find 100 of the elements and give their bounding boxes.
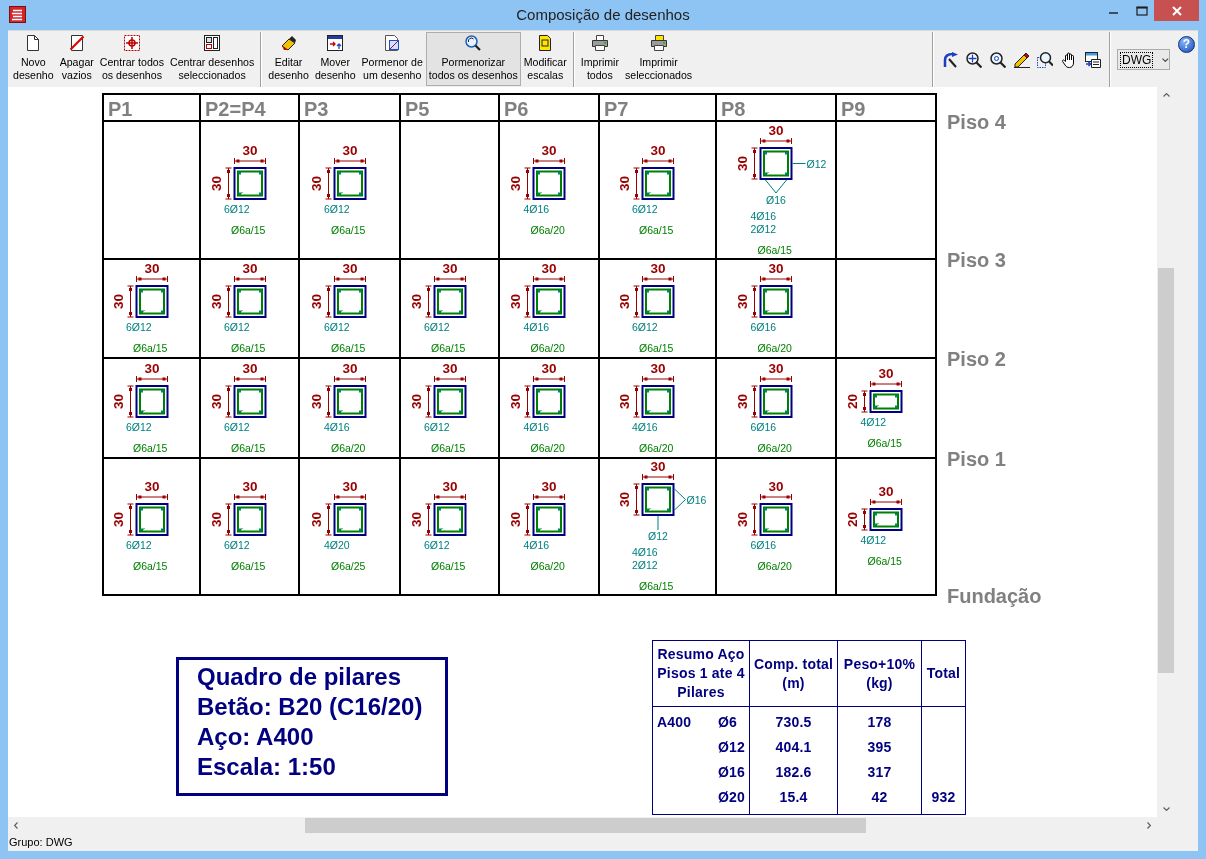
zoom-in-icon[interactable] (989, 51, 1006, 68)
toolbar-button[interactable]: Apagar vazios (56, 32, 97, 86)
dimension-label: 30 (768, 262, 784, 276)
toolbar-button[interactable]: Imprimir todos (577, 32, 622, 86)
window-arrows-icon (327, 35, 344, 51)
rebar-label: 6Ø12 (126, 539, 152, 552)
bar-diameter: Ø16 (718, 764, 746, 780)
printer-paper-icon (650, 35, 667, 51)
rebar-label: 6Ø12 (324, 321, 350, 334)
level-label: Piso 2 (947, 348, 1006, 370)
dimension-label: 30 (110, 393, 125, 409)
rebar-label: 4Ø16 (750, 209, 777, 223)
toolbar-button[interactable]: Centrar desenhos seleccionados (167, 32, 258, 86)
stirrup-label: Ø6a/15 (867, 436, 902, 450)
dimension-label: 30 (342, 262, 357, 276)
pencil-icon[interactable] (1013, 51, 1030, 68)
scroll-up-icon[interactable] (1162, 93, 1170, 97)
column-section-drawing (233, 285, 266, 318)
column-section-drawing (433, 384, 466, 418)
close-button[interactable] (1154, 0, 1199, 21)
dimension-label: 30 (144, 361, 159, 376)
rebar-label: 6Ø12 (224, 539, 250, 552)
dimension-line (126, 285, 134, 318)
stirrup-label: Ø6a/15 (231, 342, 266, 355)
scroll-down-icon[interactable] (1162, 807, 1170, 811)
scrollbar-thumb[interactable] (305, 818, 866, 833)
dimension-line (524, 503, 531, 536)
dimension-line (135, 493, 168, 501)
dimension-label: 30 (650, 361, 665, 376)
toolbar-button[interactable]: Pormenorizar todos os desenhos (425, 32, 521, 86)
dimension-line (533, 157, 565, 164)
dimension-label: 30 (408, 512, 423, 527)
toolbar-button[interactable]: Editar desenho (265, 32, 312, 86)
rebar-label: 6Ø16 (750, 420, 777, 434)
layer-dropdown[interactable]: DWG (1117, 49, 1170, 70)
toolbar-button[interactable]: Centrar todos os desenhos (96, 32, 167, 86)
dimension-label: 30 (342, 480, 357, 494)
rebar-label: 6Ø12 (424, 420, 450, 434)
dimension-line (224, 503, 232, 536)
dimension-label: 30 (650, 262, 665, 276)
stirrup-label: Ø6a/20 (530, 560, 565, 573)
dimension-line (224, 385, 232, 417)
dimension-line (632, 167, 640, 199)
dimension-line (751, 147, 758, 179)
rebar-label: 4Ø16 (523, 420, 550, 434)
stirrup-label: Ø6a/15 (431, 441, 466, 455)
dimension-label: 30 (342, 361, 357, 376)
zoom-window-icon[interactable] (1037, 51, 1054, 68)
dimension-line (632, 285, 640, 318)
leader-line (673, 488, 686, 511)
toolbar-button[interactable]: Imprimir seleccionados (621, 32, 696, 86)
scroll-right-icon[interactable] (1147, 822, 1151, 829)
dimension-line (632, 483, 640, 516)
dimension-line (324, 285, 332, 318)
dimension-label: 30 (308, 294, 323, 309)
dimension-line (424, 503, 432, 536)
dimension-line (641, 375, 674, 382)
column-section-drawing (333, 384, 366, 418)
stirrup-label: Ø6a/20 (530, 342, 565, 355)
dimension-line (524, 385, 531, 417)
column-section-drawing (532, 285, 566, 318)
rebar-label: 6Ø12 (224, 321, 250, 334)
dimension-label: 30 (508, 512, 523, 527)
toolbar-button[interactable]: Mover desenho (311, 32, 359, 86)
column-header: P3 (300, 93, 401, 122)
rebar-label: 6Ø16 (750, 539, 777, 552)
table-header: Comp. total (m) (749, 640, 838, 707)
stirrup-label: Ø6a/20 (530, 441, 565, 455)
rebar-label: 4Ø16 (523, 202, 550, 216)
dimension-line (641, 473, 674, 481)
dimension-label: 30 (144, 480, 159, 494)
toolbar-button[interactable]: Modificar escalas (520, 32, 570, 86)
maximize-icon[interactable] (1136, 6, 1148, 16)
dimension-line (233, 275, 266, 283)
curved-arrow-icon[interactable] (942, 51, 959, 68)
toolbar-button[interactable]: Novo desenho (10, 32, 57, 86)
column-header: P6 (500, 93, 600, 122)
dimension-line (126, 503, 134, 536)
dimension-label: 30 (442, 361, 457, 376)
dimension-line (524, 167, 531, 199)
table-header: Resumo Aço Pisos 1 ate 4 Pilares (652, 640, 750, 707)
dimension-label: 30 (442, 262, 457, 276)
table-cell: 317 (837, 759, 922, 785)
stirrup-label: Ø6a/15 (133, 342, 168, 355)
dimension-label: 30 (508, 393, 523, 409)
dimension-line (760, 275, 792, 283)
column-section-drawing (532, 503, 566, 536)
column-section-drawing (869, 508, 903, 531)
scrollbar-thumb[interactable] (1158, 268, 1174, 673)
rebar-label: 2Ø12 (750, 222, 777, 236)
toolbar-button[interactable]: Pormenor de um desenho (358, 32, 426, 86)
column-section-drawing (759, 285, 793, 318)
scroll-left-icon[interactable] (14, 822, 18, 829)
page-arrow-icon[interactable] (1085, 51, 1101, 68)
zoom-extents-icon[interactable] (966, 51, 982, 68)
dimension-label: 30 (308, 393, 323, 409)
rebar-label: 6Ø12 (224, 202, 250, 216)
rebar-label: 4Ø16 (632, 546, 658, 559)
table-cell: 42 (837, 784, 922, 815)
dimension-label: 30 (768, 361, 784, 376)
